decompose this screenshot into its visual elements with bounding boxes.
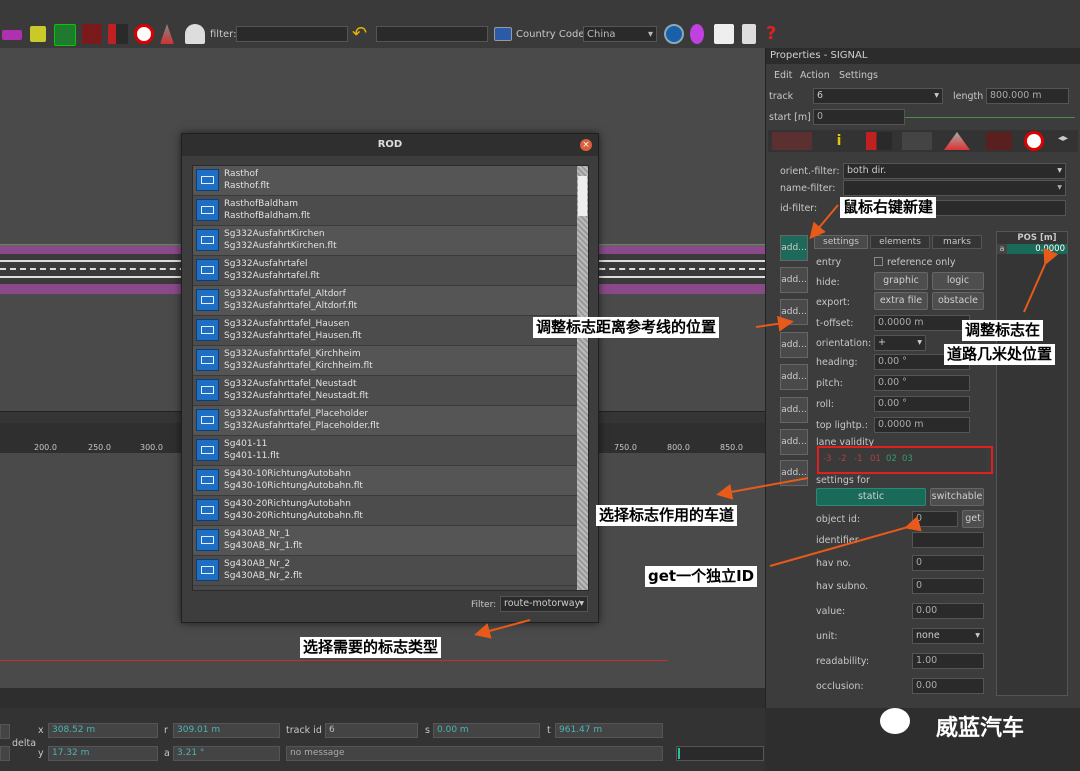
annotation-right-click-new: 鼠标右键新建 — [840, 197, 937, 218]
wechat-icon — [880, 708, 910, 734]
annotation-adjust-ref-line: 调整标志距离参考线的位置 — [533, 317, 720, 338]
progress-fill — [678, 748, 680, 759]
y-label: y — [38, 748, 44, 759]
r-label: r — [164, 725, 168, 736]
s-label: s — [425, 725, 430, 736]
track-id-label: track id — [286, 725, 322, 736]
x-field: 308.52 m — [48, 723, 158, 738]
annotation-select-type: 选择需要的标志类型 — [300, 637, 442, 658]
s-field: 0.00 m — [433, 723, 540, 738]
annotation-arrows — [474, 204, 1059, 639]
a-field: 3.21 ° — [173, 746, 280, 761]
y-field: 17.32 m — [48, 746, 158, 761]
message-field: no message — [286, 746, 663, 761]
a-label: a — [164, 748, 170, 759]
watermark-text: 威蓝汽车 — [936, 716, 1025, 741]
annotation-get-id: get一个独立ID — [645, 566, 758, 587]
status-stub — [0, 724, 10, 739]
t-field: 961.47 m — [555, 723, 663, 738]
delta-label: delta — [12, 738, 37, 749]
status-bar: delta x 308.52 m r 309.01 m track id 6 s… — [0, 708, 765, 771]
r-field: 309.01 m — [173, 723, 280, 738]
annotation-adjust-road-pos-2: 道路几米处位置 — [944, 344, 1056, 365]
x-label: x — [38, 725, 44, 736]
t-label: t — [547, 725, 551, 736]
track-id-field: 6 — [325, 723, 418, 738]
annotation-adjust-road-pos: 调整标志在 — [962, 320, 1044, 341]
status-stub-2 — [0, 746, 10, 761]
progress-bar — [676, 746, 764, 761]
annotation-select-lane: 选择标志作用的车道 — [596, 505, 738, 526]
